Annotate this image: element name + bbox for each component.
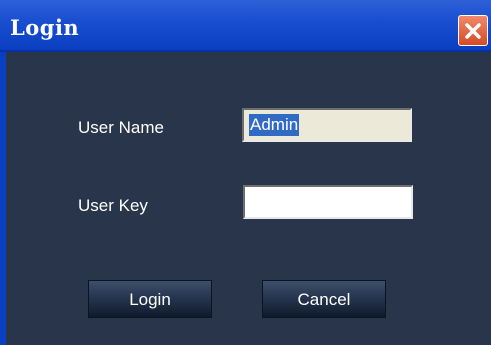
login-dialog: Login User Name Admin User Key Login Can… [0, 0, 491, 345]
close-icon [465, 23, 481, 39]
login-button[interactable]: Login [88, 280, 212, 318]
close-button[interactable] [458, 15, 488, 46]
cancel-button[interactable]: Cancel [262, 280, 386, 318]
window-title: Login [10, 15, 80, 40]
title-bar[interactable]: Login [0, 0, 491, 52]
username-label: User Name [78, 118, 164, 137]
window-border [0, 52, 6, 345]
username-value[interactable]: Admin [249, 114, 300, 136]
userkey-label: User Key [78, 196, 148, 215]
userkey-field[interactable] [243, 185, 413, 219]
